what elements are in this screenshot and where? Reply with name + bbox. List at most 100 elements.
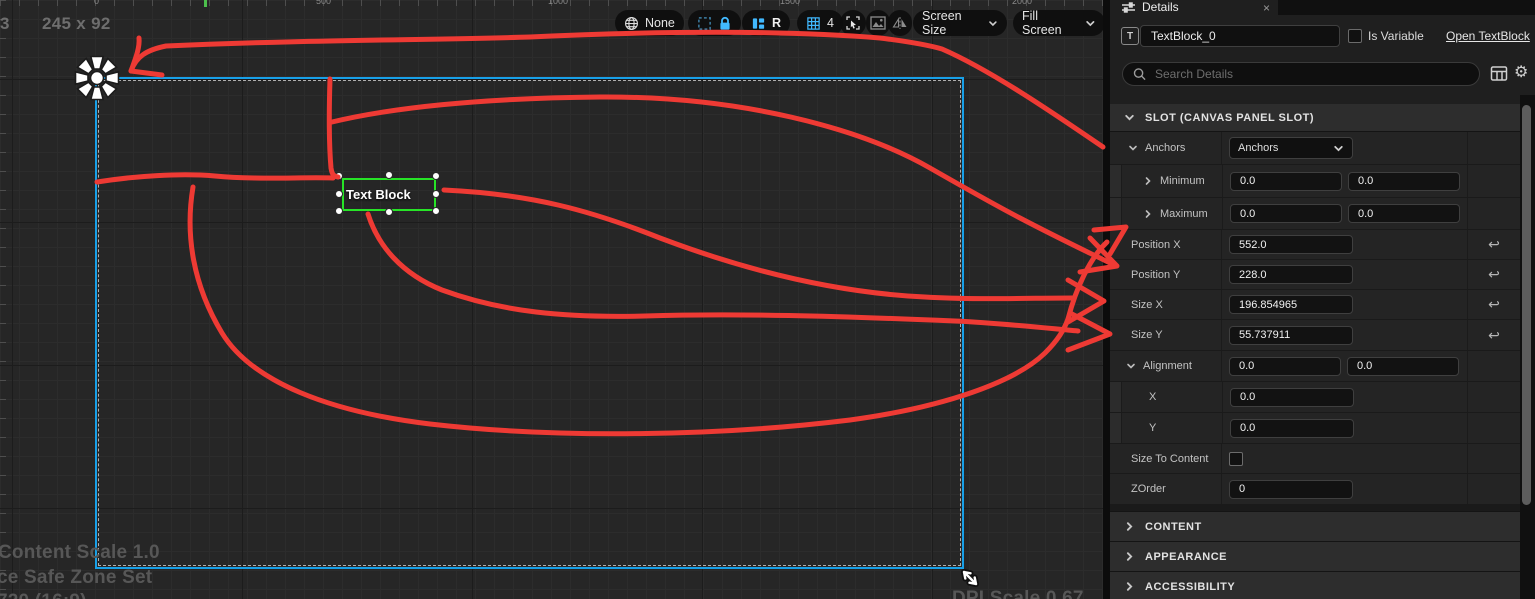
zorder-field[interactable]: 0 — [1229, 480, 1353, 499]
screen-size-label: Screen Size — [922, 9, 982, 37]
section-appearance[interactable]: APPEARANCE — [1110, 542, 1520, 572]
designer-canvas[interactable]: 0 500 1000 1500 2000 3 245 x 92 — [0, 0, 1103, 599]
details-scrollbar-thumb[interactable] — [1522, 105, 1531, 505]
reset-to-default-icon[interactable]: ↩ — [1488, 296, 1500, 313]
ruler-marker — [204, 0, 207, 7]
is-variable-checkbox[interactable] — [1348, 29, 1362, 43]
outline-mode-group[interactable]: R — [742, 10, 790, 36]
row-size-y: Size Y 55.737911 ↩ — [1110, 320, 1520, 351]
ruler-label: 1000 — [548, 0, 568, 6]
indent-guide — [1110, 165, 1122, 197]
size-x-label: Size X — [1131, 299, 1163, 311]
section-slot[interactable]: SLOT (CANVAS PANEL SLOT) — [1110, 104, 1520, 132]
selection-lock-group[interactable] — [688, 10, 741, 36]
search-row: ⚙ — [1110, 62, 1535, 88]
anchors-label: Anchors — [1145, 142, 1185, 154]
image-icon — [870, 16, 886, 30]
flip-preview-button[interactable] — [888, 10, 912, 36]
tab-details-label: Details — [1142, 0, 1179, 14]
position-x-field[interactable]: 552.0 — [1229, 235, 1353, 254]
preview-background-button[interactable]: None — [615, 10, 684, 36]
size-to-content-checkbox[interactable] — [1229, 452, 1243, 466]
search-icon — [1133, 67, 1146, 81]
canvas-selection-dashes — [98, 80, 961, 566]
umg-designer-window: 0 500 1000 1500 2000 3 245 x 92 — [0, 0, 1535, 599]
reset-to-default-icon[interactable]: ↩ — [1488, 327, 1500, 344]
alignment-y-field[interactable]: 0.0 — [1347, 357, 1459, 376]
alignment-y-sublabel: Y — [1149, 422, 1156, 434]
ruler-label: 0 — [94, 0, 99, 6]
globe-icon — [624, 16, 639, 31]
search-details-input[interactable] — [1153, 66, 1469, 82]
localization-preview-button[interactable] — [840, 10, 866, 36]
resize-handle-e[interactable] — [432, 190, 440, 198]
row-anchors: Anchors Anchors — [1110, 132, 1520, 165]
text-type-icon: T — [1121, 27, 1139, 45]
resize-handle-nw[interactable] — [335, 172, 343, 180]
maximum-label: Maximum — [1160, 208, 1208, 220]
safe-zone-readout: ce Safe Zone Set — [0, 567, 152, 589]
size-x-field[interactable]: 196.854965 — [1229, 295, 1353, 314]
minimum-label: Minimum — [1160, 175, 1205, 187]
grid-snap-icon — [806, 16, 821, 31]
alignment-x-field[interactable]: 0.0 — [1229, 357, 1341, 376]
chevron-down-icon[interactable] — [1126, 361, 1136, 371]
display-filter-icon[interactable] — [1490, 65, 1508, 82]
ruler-label: 500 — [316, 0, 331, 6]
section-content[interactable]: CONTENT — [1110, 511, 1520, 542]
resize-handle-se[interactable] — [432, 207, 440, 215]
chevron-right-icon — [1124, 551, 1135, 562]
chevron-down-icon[interactable] — [1128, 143, 1138, 153]
is-variable-label: Is Variable — [1368, 29, 1424, 43]
fill-screen-label: Fill Screen — [1022, 9, 1079, 37]
size-y-field[interactable]: 55.737911 — [1229, 326, 1353, 345]
chevron-right-icon[interactable] — [1143, 176, 1153, 186]
gear-icon[interactable]: ⚙ — [1514, 62, 1528, 82]
anchor-medallion[interactable] — [74, 55, 120, 101]
tab-details[interactable]: Details × — [1110, 0, 1278, 15]
row-alignment: Alignment 0.0 0.0 — [1110, 351, 1520, 382]
row-position-y: Position Y 228.0 ↩ — [1110, 260, 1520, 290]
chevron-right-icon[interactable] — [1143, 209, 1153, 219]
resize-handle-ne[interactable] — [432, 172, 440, 180]
reset-to-default-icon[interactable]: ↩ — [1488, 266, 1500, 283]
row-alignment-x: X 0.0 — [1110, 382, 1520, 413]
resize-handle-sw[interactable] — [335, 207, 343, 215]
select-cursor-icon — [845, 15, 861, 31]
anchor-max-y-field[interactable]: 0.0 — [1348, 204, 1460, 223]
anchor-min-x-field[interactable]: 0.0 — [1230, 172, 1342, 191]
reset-to-default-icon[interactable]: ↩ — [1488, 236, 1500, 253]
respect-locks-label: R — [772, 16, 781, 30]
details-sliders-icon — [1122, 1, 1135, 13]
row-alignment-y: Y 0.0 — [1110, 413, 1520, 444]
alignment-x-subfield[interactable]: 0.0 — [1230, 388, 1354, 407]
edge-readout: 3 — [0, 14, 10, 34]
anchor-max-x-field[interactable]: 0.0 — [1230, 204, 1342, 223]
ruler-label: 2000 — [1012, 0, 1032, 6]
size-y-label: Size Y — [1131, 329, 1163, 341]
screenshot-button[interactable] — [866, 10, 890, 36]
ruler-vertical — [0, 0, 6, 599]
widget-name-input[interactable] — [1140, 25, 1340, 47]
close-icon[interactable]: × — [1263, 2, 1270, 14]
row-zorder: ZOrder 0 — [1110, 474, 1520, 505]
mirror-flip-icon — [892, 16, 908, 30]
details-tabbar: Details × — [1110, 0, 1535, 15]
chevron-down-icon — [988, 18, 998, 29]
search-details-box[interactable] — [1122, 62, 1480, 86]
screen-size-dropdown[interactable]: Screen Size — [913, 10, 1007, 36]
resize-handle-n[interactable] — [385, 171, 393, 179]
anchor-min-y-field[interactable]: 0.0 — [1348, 172, 1460, 191]
section-accessibility[interactable]: ACCESSIBILITY — [1110, 572, 1520, 599]
resize-handle-s[interactable] — [385, 208, 393, 216]
alignment-y-subfield[interactable]: 0.0 — [1230, 419, 1354, 438]
text-block-widget[interactable]: Text Block — [342, 178, 436, 211]
grid-snap-group[interactable]: 4 — [797, 10, 843, 36]
position-y-field[interactable]: 228.0 — [1229, 265, 1353, 284]
fill-screen-dropdown[interactable]: Fill Screen — [1013, 10, 1103, 36]
row-size-x: Size X 196.854965 ↩ — [1110, 290, 1520, 320]
open-textblock-link[interactable]: Open TextBlock — [1446, 29, 1530, 43]
ruler-label: 1500 — [780, 0, 800, 6]
resize-handle-w[interactable] — [335, 190, 343, 198]
anchors-dropdown[interactable]: Anchors — [1229, 137, 1353, 159]
